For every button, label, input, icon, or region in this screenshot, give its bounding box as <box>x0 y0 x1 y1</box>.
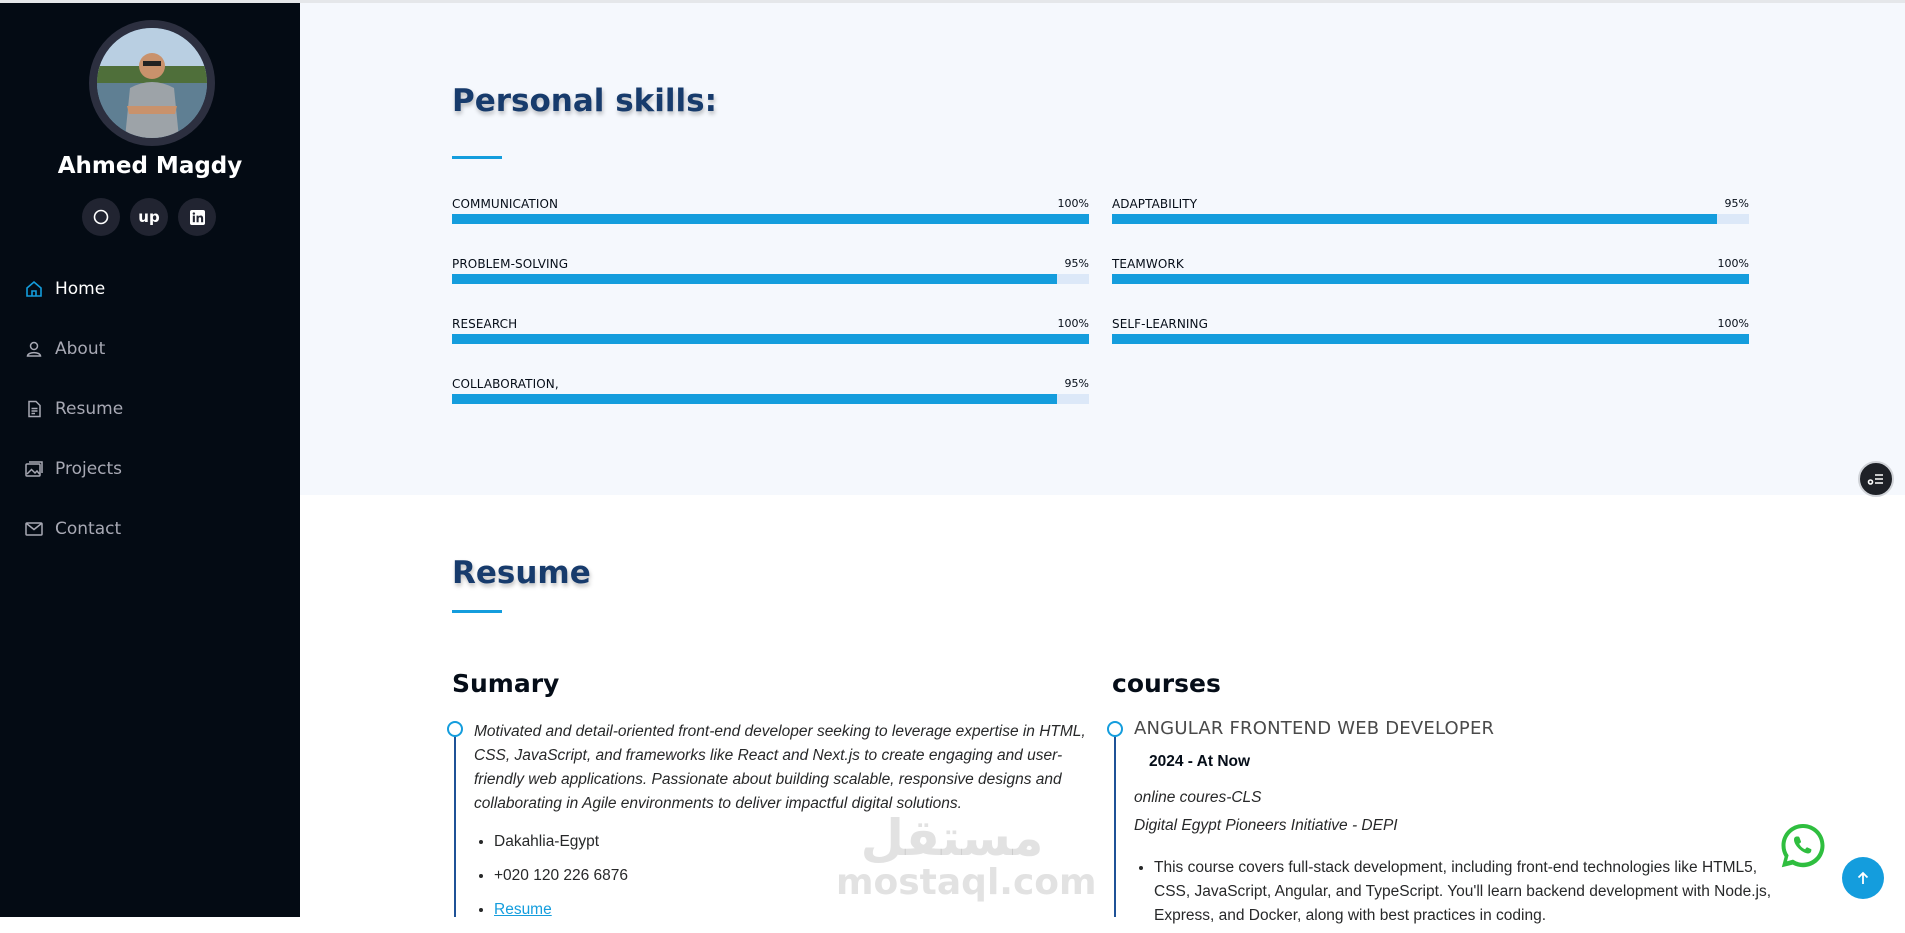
skill-name: PROBLEM-SOLVING <box>452 257 569 271</box>
skill-progress-bar <box>452 274 1089 284</box>
location-item: Dakahlia-Egypt <box>494 831 628 865</box>
watermark-arabic: مستقل <box>860 809 1044 867</box>
skill-progress-bar <box>1112 274 1749 284</box>
sidebar: Ahmed Magdy up Home About Resume Project… <box>0 3 300 917</box>
skill-value: 100% <box>1717 317 1749 330</box>
skill-progress-fill <box>452 334 1089 344</box>
skills-title-underline <box>452 156 502 159</box>
nav-label-home: Home <box>55 279 106 299</box>
summary-contact-list: Dakahlia-Egypt +020 120 226 6876 Resume <box>474 831 628 933</box>
nav-label-contact: Contact <box>55 519 122 539</box>
course-description-list: This course covers full-stack developmen… <box>1134 856 1774 928</box>
nav-label-about: About <box>55 339 106 359</box>
skill-value: 95% <box>1064 377 1089 390</box>
upwork-icon: up <box>138 208 160 226</box>
arrow-up-icon <box>1855 870 1871 886</box>
resume-link-item: Resume <box>494 899 628 933</box>
courses-timeline-dot <box>1107 721 1123 737</box>
social-link-circle[interactable] <box>82 198 120 236</box>
skill-value: 100% <box>1057 197 1089 210</box>
skill-name: RESEARCH <box>452 317 518 331</box>
skill-value: 100% <box>1057 317 1089 330</box>
phone-item: +020 120 226 6876 <box>494 865 628 899</box>
watermark-latin: mostaql.com <box>836 862 1097 903</box>
skill-name: ADAPTABILITY <box>1112 197 1198 211</box>
courses-timeline-line <box>1114 728 1116 917</box>
summary-timeline-dot <box>447 721 463 737</box>
course-description: This course covers full-stack developmen… <box>1154 856 1774 928</box>
resume-title-underline <box>452 610 502 613</box>
summary-timeline-line <box>454 728 456 917</box>
skill-value: 100% <box>1717 257 1749 270</box>
file-icon <box>24 399 44 419</box>
nav-item-contact[interactable]: Contact <box>24 511 123 571</box>
avatar <box>89 20 215 146</box>
profile-name: Ahmed Magdy <box>57 153 243 179</box>
whatsapp-icon <box>1778 821 1828 871</box>
main-nav: Home About Resume Projects Contact <box>24 271 123 571</box>
social-link-linkedin[interactable] <box>178 198 216 236</box>
skill-progress-bar <box>452 394 1089 404</box>
skill-progress-bar <box>1112 334 1749 344</box>
social-link-upwork[interactable]: up <box>130 198 168 236</box>
course-title: ANGULAR FRONTEND WEB DEVELOPER <box>1134 718 1495 739</box>
table-of-contents-button[interactable] <box>1858 461 1894 497</box>
skill-name: COMMUNICATION <box>452 197 559 211</box>
watermark: مستقل mostaql.com <box>836 809 1097 903</box>
summary-heading: Sumary <box>452 669 560 698</box>
skill-name: COLLABORATION, <box>452 377 559 391</box>
skill-progress-fill <box>452 394 1058 404</box>
whatsapp-button[interactable] <box>1778 821 1828 871</box>
course-provider: online coures-CLS <box>1134 789 1262 806</box>
skill-progress-fill <box>452 214 1089 224</box>
nav-item-resume[interactable]: Resume <box>24 391 123 451</box>
nav-item-about[interactable]: About <box>24 331 123 391</box>
resume-title: Resume <box>452 555 591 591</box>
toc-icon <box>1867 472 1885 486</box>
images-icon <box>24 459 44 479</box>
course-organization: Digital Egypt Pioneers Initiative - DEPI <box>1134 817 1398 834</box>
resume-download-link[interactable]: Resume <box>494 901 552 918</box>
skill-progress-fill <box>1112 214 1718 224</box>
skill-progress-bar <box>1112 214 1749 224</box>
skill-name: SELF-LEARNING <box>1112 317 1209 331</box>
skill-progress-bar <box>452 214 1089 224</box>
nav-item-projects[interactable]: Projects <box>24 451 123 511</box>
skill-value: 95% <box>1724 197 1749 210</box>
summary-text: Motivated and detail-oriented front-end … <box>474 723 1086 812</box>
skills-title: Personal skills: <box>452 83 717 119</box>
skill-progress-bar <box>452 334 1089 344</box>
skills-section <box>300 3 1905 495</box>
skill-name: TEAMWORK <box>1112 257 1184 271</box>
skill-progress-fill <box>1112 274 1749 284</box>
nav-item-home[interactable]: Home <box>24 271 123 331</box>
skill-progress-fill <box>1112 334 1749 344</box>
skill-value: 95% <box>1064 257 1089 270</box>
courses-heading: courses <box>1112 669 1221 698</box>
back-to-top-button[interactable] <box>1842 857 1884 899</box>
linkedin-icon <box>189 209 205 225</box>
nav-label-projects: Projects <box>55 459 123 479</box>
circle-icon <box>93 209 109 225</box>
person-icon <box>24 339 44 359</box>
envelope-icon <box>24 519 44 539</box>
skill-progress-fill <box>452 274 1058 284</box>
course-date: 2024 - At Now <box>1149 753 1251 770</box>
home-icon <box>24 279 44 299</box>
nav-label-resume: Resume <box>55 399 124 419</box>
